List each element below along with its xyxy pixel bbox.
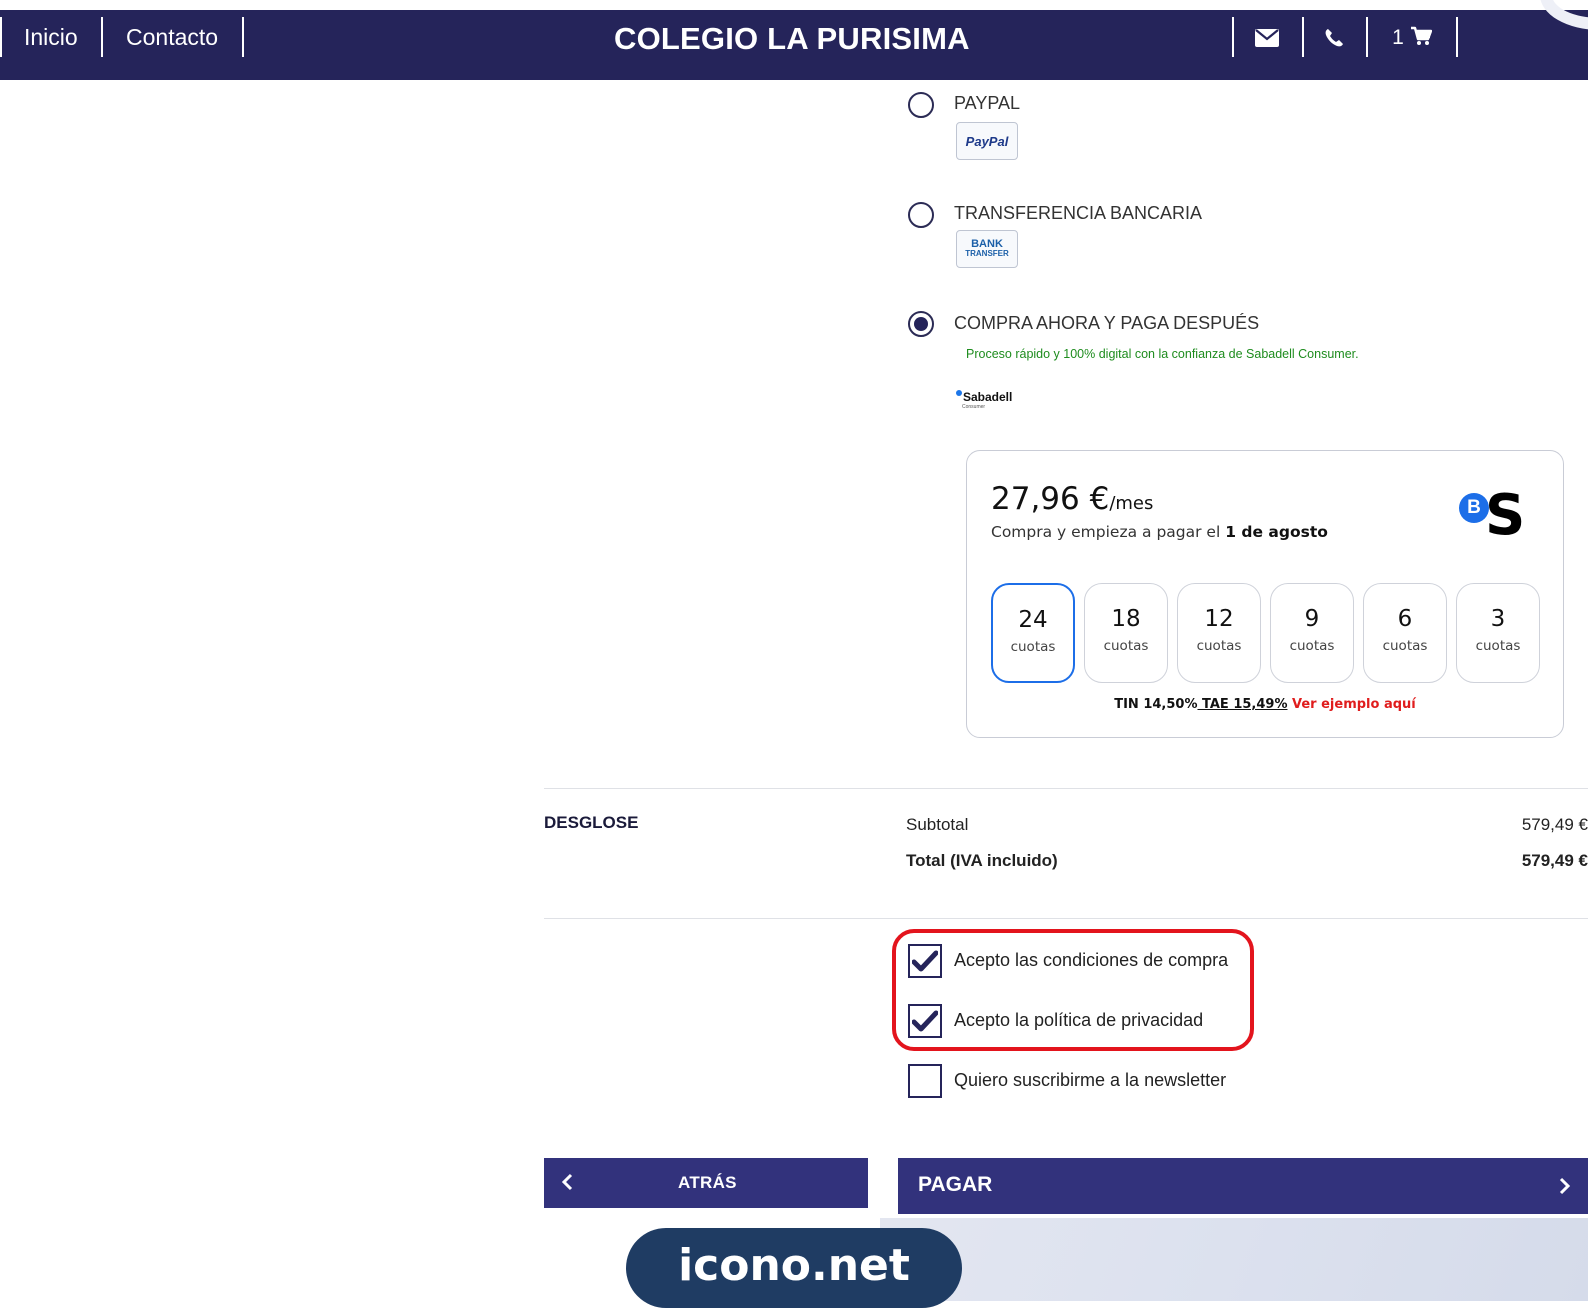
- chevron-right-icon: [1559, 1177, 1571, 1195]
- newsletter-label[interactable]: Quiero suscribirme a la newsletter: [954, 1070, 1226, 1091]
- cart-count: 1: [1392, 26, 1404, 49]
- monthly-amount: 27,96 €/mes: [991, 481, 1154, 517]
- installment-option-18[interactable]: 18 cuotas: [1084, 583, 1168, 683]
- nav-divider: [1302, 17, 1304, 57]
- paypal-radio[interactable]: [908, 92, 934, 118]
- example-link[interactable]: Ver ejemplo aquí: [1292, 697, 1416, 712]
- divider: [544, 918, 1588, 919]
- buy-now-pay-later-radio[interactable]: [908, 311, 934, 337]
- nav-divider: [1456, 17, 1458, 57]
- banco-sabadell-logo: B S: [1453, 483, 1533, 549]
- financing-terms: TIN 14,50% TAE 15,49% Ver ejemplo aquí: [1114, 697, 1416, 712]
- breakdown-title: DESGLOSE: [544, 813, 639, 832]
- bank-transfer-logo: BANK TRANSFER: [956, 230, 1018, 268]
- phone-icon[interactable]: [1318, 22, 1350, 54]
- checkmark-icon: [912, 1010, 938, 1032]
- top-navbar: Inicio Contacto COLEGIO LA PURISIMA 1: [0, 10, 1588, 80]
- accept-privacy-checkbox[interactable]: [908, 1004, 942, 1038]
- nav-link-inicio[interactable]: Inicio: [24, 24, 78, 51]
- installment-option-9[interactable]: 9 cuotas: [1270, 583, 1354, 683]
- installment-option-24[interactable]: 24 cuotas: [991, 583, 1075, 683]
- financing-widget: 27,96 €/mes Compra y empieza a pagar el …: [966, 450, 1564, 738]
- annotation-highlight: [892, 929, 1254, 1051]
- sabadell-logo: Sabadell Consumer: [956, 390, 1012, 410]
- payment-start-text: Compra y empieza a pagar el 1 de agosto: [991, 523, 1328, 541]
- installment-option-6[interactable]: 6 cuotas: [1363, 583, 1447, 683]
- back-button[interactable]: ATRÁS: [544, 1158, 868, 1208]
- installment-option-12[interactable]: 12 cuotas: [1177, 583, 1261, 683]
- checkmark-icon: [912, 950, 938, 972]
- decorative-band: [880, 1218, 1588, 1301]
- pay-button[interactable]: PAGAR: [898, 1158, 1588, 1214]
- total-label: Total (IVA incluido): [906, 851, 1058, 870]
- accept-conditions-label[interactable]: Acepto las condiciones de compra: [954, 950, 1228, 971]
- sabadell-note: Proceso rápido y 100% digital con la con…: [966, 347, 1359, 361]
- nav-divider: [101, 17, 103, 57]
- bank-transfer-label[interactable]: TRANSFERENCIA BANCARIA: [954, 203, 1202, 224]
- paypal-logo: PayPal: [956, 122, 1018, 160]
- accept-privacy-label[interactable]: Acepto la política de privacidad: [954, 1010, 1203, 1031]
- site-title[interactable]: COLEGIO LA PURISIMA: [614, 21, 970, 57]
- chevron-left-icon: [561, 1173, 573, 1191]
- nav-divider: [1232, 17, 1234, 57]
- nav-divider: [1366, 17, 1368, 57]
- watermark-logo: icono.net: [626, 1228, 962, 1308]
- buy-now-pay-later-label[interactable]: COMPRA AHORA Y PAGA DESPUÉS: [954, 313, 1259, 334]
- accept-conditions-checkbox[interactable]: [908, 944, 942, 978]
- bank-transfer-radio[interactable]: [908, 202, 934, 228]
- subtotal-value: 579,49 €: [1521, 815, 1588, 834]
- cart-icon: [1410, 26, 1433, 51]
- installment-option-3[interactable]: 3 cuotas: [1456, 583, 1540, 683]
- nav-link-contacto[interactable]: Contacto: [126, 24, 218, 51]
- nav-divider: [0, 17, 2, 57]
- cart-button[interactable]: 1: [1382, 22, 1442, 54]
- newsletter-checkbox[interactable]: [908, 1064, 942, 1098]
- divider: [544, 788, 1588, 789]
- total-value: 579,49 €: [1521, 851, 1588, 870]
- envelope-icon[interactable]: [1251, 22, 1283, 54]
- subtotal-label: Subtotal: [906, 815, 969, 834]
- nav-divider: [242, 17, 244, 57]
- paypal-label[interactable]: PAYPAL: [954, 93, 1020, 114]
